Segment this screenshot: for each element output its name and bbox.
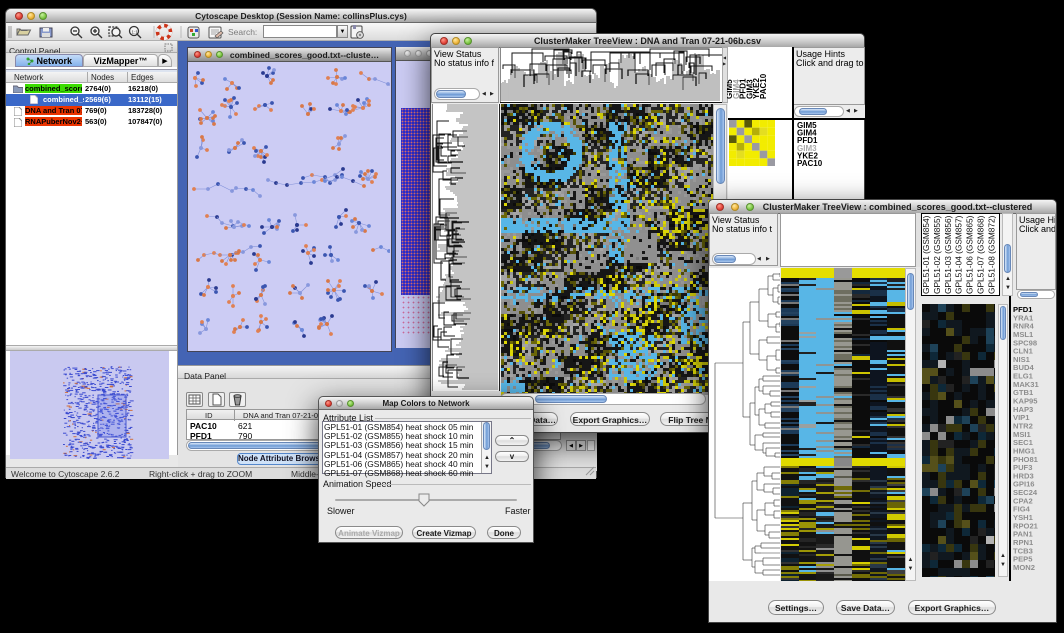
svg-text:GPL51-01 (GSM854): GPL51-01 (GSM854): [921, 215, 931, 294]
svg-text:GPL51-06 (GSM865): GPL51-06 (GSM865): [965, 215, 975, 294]
svg-text:MON2: MON2: [1013, 563, 1035, 572]
svg-text:Search:: Search:: [228, 27, 257, 37]
svg-text:GPL51-03 (GSM856): GPL51-03 (GSM856): [943, 215, 953, 294]
svg-text:GPL51-08 (GSM872): GPL51-08 (GSM872): [986, 215, 996, 294]
svg-text:GPL51-04 (GSM857): GPL51-04 (GSM857): [954, 215, 964, 294]
svg-text:1:1: 1:1: [132, 30, 139, 35]
svg-text:PAC10: PAC10: [797, 159, 823, 168]
svg-text:GPL51-02 (GSM855): GPL51-02 (GSM855): [932, 215, 942, 294]
svg-text:GPL51-07 (GSM868): GPL51-07 (GSM868): [976, 215, 986, 294]
svg-text:PAC10: PAC10: [759, 73, 768, 99]
